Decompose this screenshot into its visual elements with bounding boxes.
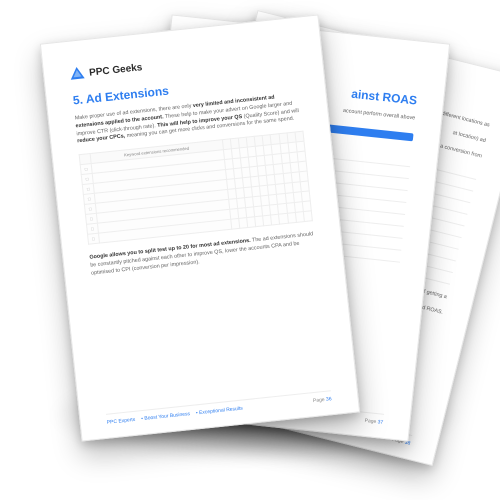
footer-b2: Boost Your Business xyxy=(144,411,190,422)
footer-b1: PPC Experts xyxy=(107,417,136,426)
footer-b3: Exceptional Results xyxy=(199,406,243,417)
footer-bullets: PPC Experts• Boost Your Business• Except… xyxy=(107,405,250,426)
page-no: 36 xyxy=(326,396,332,403)
document-fan: PPC Geeks different locations as at loca… xyxy=(0,0,500,500)
extensions-table: Keyword extensions recommended □ □ □ □ xyxy=(79,131,313,245)
page-label: Page xyxy=(313,397,327,404)
page-front: PPC Geeks 5. Ad Extensions Make proper u… xyxy=(40,14,360,441)
page-number: Page 36 xyxy=(313,396,332,404)
logo-icon xyxy=(70,66,85,81)
page-number: Page 37 xyxy=(364,418,383,426)
page-no: 37 xyxy=(377,419,383,426)
logo-text: PPC Geeks xyxy=(89,62,143,79)
